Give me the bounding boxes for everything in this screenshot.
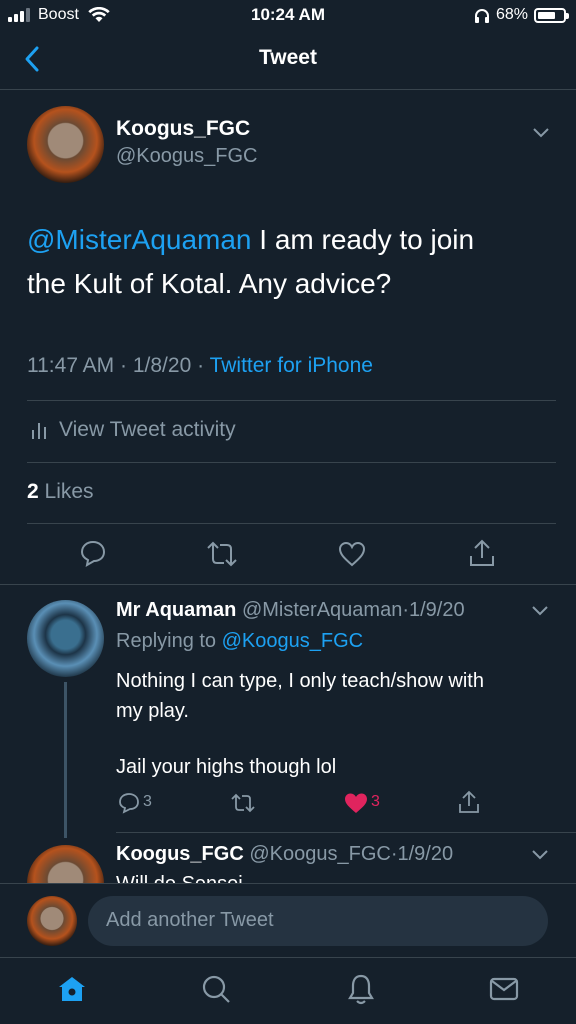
like-heart-icon[interactable]: [338, 541, 366, 567]
reply-text: Nothing I can type, I only teach/show wi…: [116, 666, 556, 782]
chevron-down-icon[interactable]: [533, 128, 549, 138]
add-another-tweet-input[interactable]: Add another Tweet: [88, 896, 548, 946]
reply-display-name[interactable]: Mr Aquaman: [116, 599, 236, 621]
likes-count-link[interactable]: 2 Likes: [27, 480, 94, 504]
reply-date: 1/9/20: [409, 599, 465, 621]
meta-separator: ·: [197, 354, 205, 377]
author-display-name[interactable]: Koogus_FGC: [116, 117, 250, 141]
reply2-separator: ·: [390, 843, 398, 865]
divider: [27, 462, 556, 463]
author-avatar[interactable]: [27, 106, 104, 183]
reply-icon[interactable]: [79, 539, 107, 567]
reply-handle[interactable]: @MisterAquaman: [242, 599, 402, 621]
status-bar: Boost 10:24 AM 68%: [0, 0, 576, 30]
reply-avatar[interactable]: [27, 600, 104, 677]
tweet-text-line2: the Kult of Kotal. Any advice?: [27, 268, 392, 299]
reply2-display-name[interactable]: Koogus_FGC: [116, 843, 244, 865]
reply2-clip: Koogus_FGC @Koogus_FGC·1/9/20 Will do Se…: [0, 833, 576, 883]
reply2-handle[interactable]: @Koogus_FGC: [249, 843, 390, 865]
likes-label: Likes: [44, 480, 94, 503]
chevron-down-icon[interactable]: [532, 606, 548, 616]
tweet-text: @MisterAquaman I am ready to join the Ku…: [27, 218, 567, 306]
reply-text-line: Jail your highs though lol: [116, 756, 337, 778]
tab-bar: [0, 957, 576, 1024]
author-handle[interactable]: @Koogus_FGC: [116, 145, 257, 168]
reply2-text: Will do Sensei: [116, 873, 243, 883]
search-icon[interactable]: [201, 974, 231, 1004]
reply-separator: ·: [402, 599, 409, 621]
battery-icon: [534, 8, 569, 23]
retweet-icon[interactable]: [205, 541, 239, 567]
liked-heart-icon[interactable]: [344, 792, 368, 814]
thread-connector-line: [64, 682, 67, 838]
tweet-text-line1: I am ready to join: [251, 224, 475, 255]
reply-count: 3: [143, 793, 152, 810]
composer-bar: Add another Tweet: [0, 883, 576, 957]
divider: [27, 400, 556, 401]
tweet-date: 1/8/20: [132, 354, 192, 377]
chevron-down-icon[interactable]: [532, 850, 548, 860]
battery-percentage: 68%: [495, 6, 528, 23]
divider: [0, 584, 576, 585]
view-tweet-activity-label: View Tweet activity: [59, 418, 236, 441]
tweet-source-link[interactable]: Twitter for iPhone: [210, 354, 373, 377]
retweet-icon[interactable]: [230, 793, 256, 813]
share-icon[interactable]: [458, 790, 480, 814]
reply-text-line: Nothing I can type, I only teach/show wi…: [116, 670, 484, 692]
tweet-time: 11:47 AM: [27, 354, 115, 377]
share-icon[interactable]: [468, 538, 496, 568]
tweet-meta: 11:47 AM · 1/8/20 · Twitter for iPhone: [27, 354, 373, 378]
replying-to-handle[interactable]: @Koogus_FGC: [222, 630, 363, 652]
analytics-icon: [32, 423, 46, 439]
composer-placeholder: Add another Tweet: [106, 909, 274, 931]
composer-avatar: [27, 896, 77, 946]
reply2-header: Koogus_FGC @Koogus_FGC·1/9/20: [116, 843, 453, 866]
page-title: Tweet: [259, 46, 317, 69]
meta-separator: ·: [120, 354, 128, 377]
reply-icon[interactable]: [118, 792, 140, 814]
notifications-icon[interactable]: [347, 973, 375, 1005]
mention-link[interactable]: @MisterAquaman: [27, 224, 252, 255]
divider: [27, 523, 556, 524]
replying-to: Replying to @Koogus_FGC: [116, 630, 363, 653]
reply-header: Mr Aquaman @MisterAquaman·1/9/20: [116, 599, 465, 622]
like-count: 3: [371, 793, 380, 810]
messages-icon[interactable]: [489, 977, 519, 1001]
navigation-header: Tweet: [0, 30, 576, 90]
replying-to-prefix: Replying to: [116, 630, 217, 652]
reply2-date: 1/9/20: [397, 843, 454, 865]
home-icon[interactable]: [57, 975, 87, 1003]
likes-count: 2: [27, 480, 39, 503]
headphones-icon: [475, 9, 489, 23]
reply2-avatar[interactable]: [27, 845, 104, 883]
reply-text-line: my play.: [116, 700, 189, 722]
